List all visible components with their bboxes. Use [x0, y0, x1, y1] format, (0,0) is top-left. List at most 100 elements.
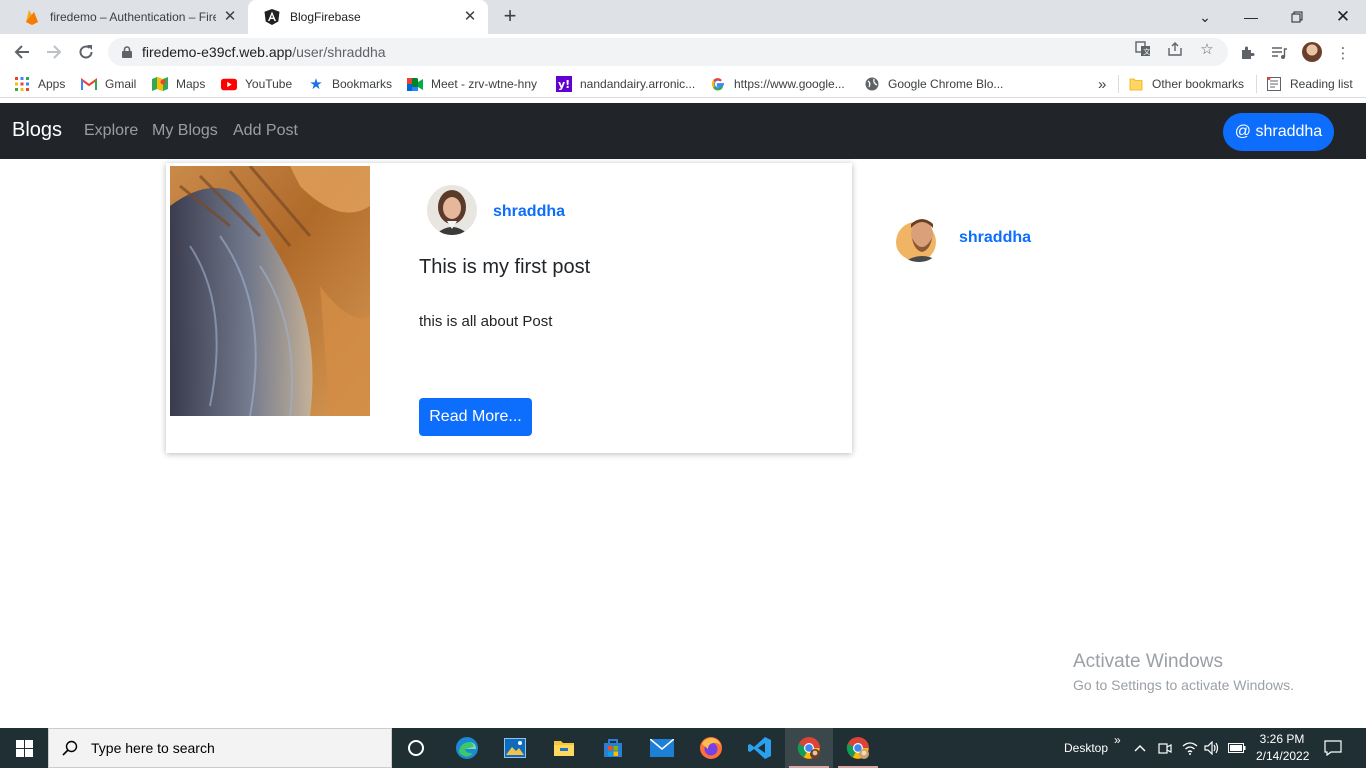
bookmarks-overflow-button[interactable]: » — [1098, 75, 1106, 93]
close-window-button[interactable]: ✕ — [1320, 0, 1366, 34]
translate-icon[interactable]: 文 — [1134, 40, 1152, 58]
tab-blogfirebase[interactable]: BlogFirebase ✕ — [248, 0, 488, 34]
desktop-toolbar-label[interactable]: Desktop — [1064, 728, 1108, 768]
photos-icon[interactable] — [491, 728, 539, 768]
meet-icon — [407, 76, 423, 92]
close-tab-icon[interactable]: ✕ — [462, 9, 478, 25]
clock-time: 3:26 PM — [1259, 732, 1305, 746]
bookmark-bookmarks[interactable]: ★ Bookmarks — [308, 75, 392, 93]
bookmark-label: Other bookmarks — [1152, 77, 1245, 91]
browser-tab-strip: firedemo – Authentication – Fireb ✕ Blog… — [0, 0, 1366, 34]
address-bar[interactable]: firedemo-e39cf.web.app/user/shraddha — [108, 38, 1228, 66]
post-image — [170, 166, 370, 416]
bookmark-meet[interactable]: Meet - zrv-wtne-hny — [407, 75, 537, 93]
bookmark-star-icon[interactable]: ☆ — [1198, 40, 1216, 58]
star-icon: ★ — [309, 76, 323, 93]
watermark-subtitle: Go to Settings to activate Windows. — [1073, 677, 1294, 693]
brand-logo[interactable]: Blogs — [12, 119, 62, 142]
media-controls-icon[interactable] — [1269, 43, 1289, 63]
task-view-icon[interactable] — [392, 728, 440, 768]
new-tab-button[interactable]: + — [498, 5, 522, 29]
bookmarks-divider — [1256, 75, 1257, 93]
notifications-icon[interactable] — [1324, 728, 1342, 768]
share-icon[interactable] — [1166, 40, 1184, 58]
read-more-button[interactable]: Read More... — [419, 398, 532, 436]
firebase-icon — [24, 9, 40, 25]
bookmark-label: Gmail — [105, 77, 137, 91]
post-card: shraddha This is my first post this is a… — [166, 163, 852, 453]
edge-icon[interactable] — [443, 728, 491, 768]
forward-button[interactable] — [42, 40, 66, 64]
profile-avatar[interactable] — [1302, 42, 1322, 62]
nav-explore[interactable]: Explore — [84, 122, 138, 140]
file-explorer-icon[interactable] — [540, 728, 588, 768]
microsoft-store-icon[interactable] — [589, 728, 637, 768]
gmail-icon — [81, 76, 97, 92]
folder-icon — [1128, 76, 1144, 92]
url-path: /user/shraddha — [292, 44, 386, 60]
maps-icon — [152, 76, 168, 92]
sidebar-author-avatar[interactable] — [894, 212, 944, 262]
post-title: This is my first post — [419, 256, 591, 278]
bookmark-gmail[interactable]: Gmail — [81, 75, 136, 93]
youtube-icon — [221, 76, 237, 92]
tab-title: BlogFirebase — [290, 10, 361, 24]
bookmark-label: Maps — [176, 77, 206, 91]
mail-icon[interactable] — [638, 728, 686, 768]
bookmark-yahoo[interactable]: y! nandandairy.arronic... — [556, 75, 695, 93]
activate-windows-watermark: Activate Windows Go to Settings to activ… — [1073, 651, 1294, 693]
nav-my-blogs[interactable]: My Blogs — [152, 122, 218, 140]
chrome-profile-1-icon[interactable] — [785, 728, 833, 768]
reading-list-icon — [1266, 76, 1282, 92]
bookmarks-bar: Apps Gmail Maps YouTube ★ Bookmarks Meet… — [0, 70, 1366, 98]
svg-text:文: 文 — [1143, 47, 1150, 56]
url-text: firedemo-e39cf.web.app/user/shraddha — [142, 44, 386, 60]
bookmark-label: Apps — [38, 77, 66, 91]
restore-button[interactable] — [1274, 0, 1320, 34]
author-name-link[interactable]: shraddha — [493, 203, 565, 221]
bookmark-label: Bookmarks — [332, 77, 393, 91]
volume-icon[interactable] — [1204, 728, 1220, 768]
user-profile-button[interactable]: @ shraddha — [1223, 113, 1334, 151]
sidebar-author-name-link[interactable]: shraddha — [959, 229, 1031, 247]
tab-search-icon[interactable]: ⌄ — [1182, 0, 1228, 34]
tab-firedemo[interactable]: firedemo – Authentication – Fireb ✕ — [8, 0, 248, 34]
show-hidden-icons-icon[interactable] — [1134, 728, 1146, 768]
close-tab-icon[interactable]: ✕ — [222, 9, 238, 25]
windows-start-button[interactable] — [0, 728, 48, 768]
battery-icon[interactable] — [1228, 728, 1246, 768]
taskbar-search-box[interactable]: Type here to search — [48, 728, 392, 768]
vscode-icon[interactable] — [736, 728, 784, 768]
url-host: firedemo-e39cf.web.app — [142, 44, 293, 60]
system-clock[interactable]: 3:26 PM 2/14/2022 — [1256, 731, 1309, 765]
tab-title: firedemo – Authentication – Fireb — [50, 10, 216, 24]
other-bookmarks[interactable]: Other bookmarks — [1128, 75, 1244, 93]
lock-icon[interactable] — [120, 45, 134, 59]
bookmark-maps[interactable]: Maps — [152, 75, 205, 93]
svg-text:y!: y! — [558, 78, 570, 91]
bookmark-google[interactable]: https://www.google... — [710, 75, 845, 93]
bookmark-label: Meet - zrv-wtne-hny — [431, 77, 538, 91]
reload-button[interactable] — [74, 40, 98, 64]
nav-add-post[interactable]: Add Post — [233, 122, 298, 140]
minimize-button[interactable]: — — [1228, 0, 1274, 34]
bookmark-chrome-blog[interactable]: Google Chrome Blo... — [864, 75, 1003, 93]
chrome-menu-icon[interactable]: ⋮ — [1333, 43, 1353, 63]
app-navbar: Blogs Explore My Blogs Add Post @ shradd… — [0, 103, 1366, 159]
google-icon — [710, 76, 726, 92]
apps-grid-icon — [14, 76, 30, 92]
wifi-icon[interactable] — [1182, 728, 1198, 768]
bookmark-label: Google Chrome Blo... — [888, 77, 1004, 91]
toolbar-overflow-icon[interactable]: » — [1114, 720, 1121, 760]
chrome-profile-2-icon[interactable] — [834, 728, 882, 768]
author-avatar[interactable] — [427, 185, 477, 235]
meet-now-icon[interactable] — [1158, 728, 1172, 768]
firefox-icon[interactable] — [687, 728, 735, 768]
bookmark-label: nandandairy.arronic... — [580, 77, 696, 91]
bookmark-label: Reading list — [1290, 77, 1353, 91]
extensions-icon[interactable] — [1237, 43, 1257, 63]
bookmark-youtube[interactable]: YouTube — [221, 75, 292, 93]
bookmark-apps[interactable]: Apps — [14, 75, 65, 93]
reading-list[interactable]: Reading list — [1266, 75, 1353, 93]
back-button[interactable] — [10, 40, 34, 64]
